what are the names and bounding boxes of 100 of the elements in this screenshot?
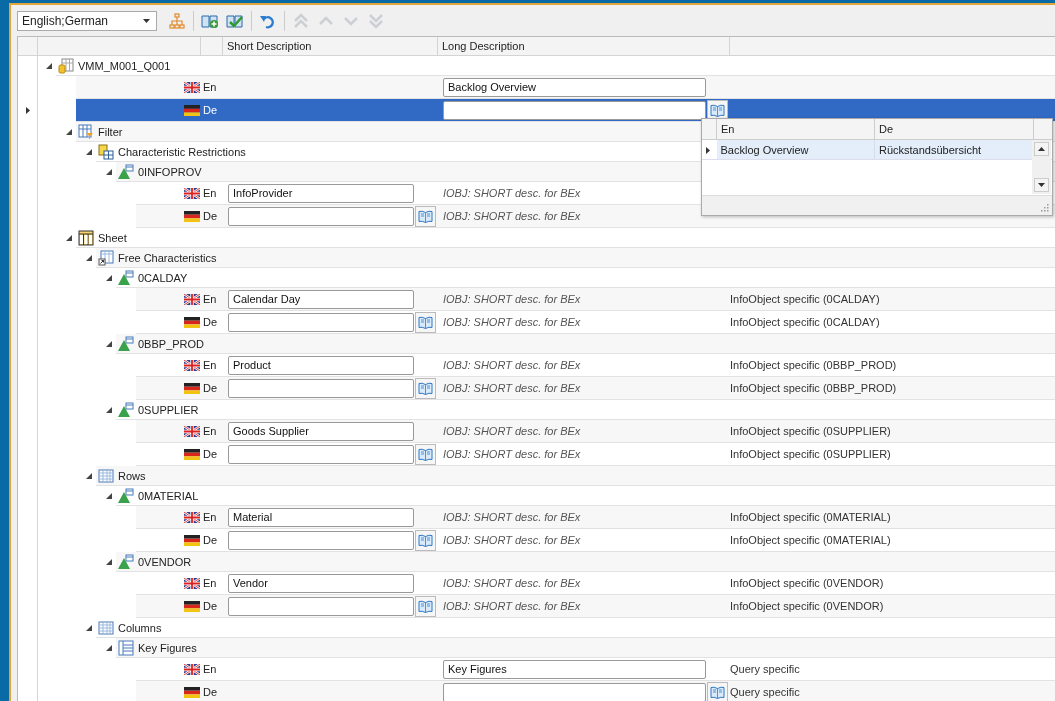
- tree-node-label: VMM_M001_Q001: [78, 59, 171, 72]
- short-description-field[interactable]: Product: [228, 355, 414, 375]
- tree-row[interactable]: 0VENDOR: [116, 552, 1055, 572]
- column-header[interactable]: Long Description: [438, 37, 730, 55]
- tree-row[interactable]: De IOBJ: SHORT desc. for BEx InfoObject specific (0BBP_PROD): [136, 377, 1055, 400]
- long-description-text: IOBJ: SHORT desc. for BEx: [443, 316, 581, 328]
- tree-row[interactable]: De IOBJ: SHORT desc. for BEx InfoObject specific (0VENDOR): [136, 595, 1055, 618]
- dictionary-lookup-button[interactable]: [415, 311, 436, 333]
- characteristic-icon: [118, 335, 134, 352]
- language-label: De: [203, 210, 218, 222]
- column-header[interactable]: De: [874, 119, 1034, 140]
- tree-row[interactable]: De IOBJ: SHORT desc. for BEx InfoObject specific (0CALDAY): [136, 311, 1055, 334]
- german-flag-icon: [184, 534, 200, 546]
- characteristic-icon: [118, 269, 134, 286]
- tree-row[interactable]: En Backlog Overview: [76, 76, 1055, 99]
- expanded-triangle-icon[interactable]: [106, 559, 112, 565]
- tree-row[interactable]: 0MATERIAL: [116, 486, 1055, 506]
- language-select[interactable]: English;German: [17, 10, 157, 31]
- short-description-field[interactable]: Material: [228, 507, 414, 527]
- short-description-field[interactable]: [228, 444, 414, 464]
- tree-row[interactable]: Columns: [96, 618, 1055, 638]
- tree-row[interactable]: De: [76, 99, 1055, 122]
- german-flag-icon: [184, 104, 200, 116]
- tree-node-label: Columns: [118, 621, 162, 634]
- resize-grip-icon[interactable]: [1041, 204, 1049, 212]
- tree-row[interactable]: En Goods Supplier IOBJ: SHORT desc. for BEx InfoObject specific (0SUPPLIER): [136, 420, 1055, 443]
- book-icon: [710, 103, 725, 117]
- expanded-triangle-icon[interactable]: [106, 407, 112, 413]
- expanded-triangle-icon[interactable]: [106, 169, 112, 175]
- hierarchy-icon: [169, 12, 185, 29]
- short-description-field[interactable]: [228, 596, 414, 616]
- book-icon: [418, 599, 433, 613]
- tree-row[interactable]: De IOBJ: SHORT desc. for BEx InfoObject specific (0MATERIAL): [136, 529, 1055, 552]
- dictionary-lookup-button[interactable]: [415, 529, 436, 551]
- language-label: De: [203, 534, 218, 546]
- dictionary-lookup-button[interactable]: [415, 205, 436, 227]
- short-description-field[interactable]: Vendor: [228, 573, 414, 593]
- tree-row[interactable]: 0CALDAY: [116, 268, 1055, 288]
- tree-node-label: Characteristic Restrictions: [118, 145, 246, 158]
- short-description-field[interactable]: Calendar Day: [228, 289, 414, 309]
- long-description-field[interactable]: [443, 100, 706, 120]
- tree-row[interactable]: En Key Figures Query specific: [136, 658, 1055, 681]
- tree-row[interactable]: VMM_M001_Q001: [56, 56, 1055, 76]
- scroll-up-icon[interactable]: [1034, 142, 1049, 156]
- expanded-triangle-icon[interactable]: [46, 63, 52, 69]
- short-description-field[interactable]: [228, 378, 414, 398]
- book-plus-icon: [201, 12, 219, 29]
- expanded-triangle-icon[interactable]: [66, 129, 72, 135]
- short-description-field[interactable]: Goods Supplier: [228, 421, 414, 441]
- tree-row[interactable]: 0SUPPLIER: [116, 400, 1055, 420]
- origin-text: InfoObject specific (0VENDOR): [730, 577, 884, 589]
- short-description-field[interactable]: [228, 206, 414, 226]
- origin-text: InfoObject specific (0MATERIAL): [730, 534, 891, 546]
- double-chevron-down-icon: [369, 12, 383, 29]
- dictionary-lookup-button[interactable]: [415, 595, 436, 617]
- characteristic-icon: [118, 487, 134, 504]
- scroll-down-icon[interactable]: [1034, 178, 1049, 192]
- long-description-field[interactable]: Key Figures: [443, 659, 706, 679]
- tree-row[interactable]: Sheet: [76, 228, 1055, 248]
- tree-row[interactable]: En Material IOBJ: SHORT desc. for BEx InfoObject specific (0MATERIAL): [136, 506, 1055, 529]
- tree-row[interactable]: Free Characteristics: [96, 248, 1055, 268]
- tree-row[interactable]: En Calendar Day IOBJ: SHORT desc. for BEx InfoObject specific (0CALDAY): [136, 288, 1055, 311]
- tree-row[interactable]: De Query specific: [136, 681, 1055, 701]
- expanded-triangle-icon[interactable]: [106, 275, 112, 281]
- long-description-field[interactable]: [443, 682, 706, 701]
- tree-row[interactable]: Key Figures: [116, 638, 1055, 658]
- dictionary-lookup-button[interactable]: [415, 377, 436, 399]
- tree-row[interactable]: 0BBP_PROD: [116, 334, 1055, 354]
- book-icon: [418, 447, 433, 461]
- short-description-field[interactable]: [228, 530, 414, 550]
- origin-text: InfoObject specific (0BBP_PROD): [730, 359, 897, 371]
- expanded-triangle-icon[interactable]: [106, 645, 112, 651]
- tree-row[interactable]: En Vendor IOBJ: SHORT desc. for BEx InfoObject specific (0VENDOR): [136, 572, 1055, 595]
- expanded-triangle-icon[interactable]: [86, 625, 92, 631]
- tree-row[interactable]: En Product IOBJ: SHORT desc. for BEx InfoObject specific (0BBP_PROD): [136, 354, 1055, 377]
- expanded-triangle-icon[interactable]: [66, 235, 72, 241]
- dictionary-lookup-button[interactable]: [707, 99, 728, 121]
- book-icon: [418, 381, 433, 395]
- column-header[interactable]: En: [716, 119, 875, 140]
- lookup-cell[interactable]: Backlog Overview: [716, 139, 875, 160]
- expanded-triangle-icon[interactable]: [86, 473, 92, 479]
- long-description-field[interactable]: Backlog Overview: [443, 77, 706, 97]
- expanded-triangle-icon[interactable]: [86, 255, 92, 261]
- expanded-triangle-icon[interactable]: [106, 341, 112, 347]
- dictionary-lookup-button[interactable]: [707, 681, 728, 701]
- short-description-field[interactable]: InfoProvider: [228, 183, 414, 203]
- book-icon: [710, 685, 725, 699]
- expanded-triangle-icon[interactable]: [106, 493, 112, 499]
- column-header[interactable]: Short Description: [223, 37, 438, 55]
- sheet-icon: [78, 229, 94, 246]
- origin-text: InfoObject specific (0VENDOR): [730, 600, 884, 612]
- expanded-triangle-icon[interactable]: [86, 149, 92, 155]
- origin-text: InfoObject specific (0CALDAY): [730, 316, 880, 328]
- origin-text: Query specific: [730, 686, 800, 698]
- short-description-field[interactable]: [228, 312, 414, 332]
- vertical-scrollbar[interactable]: [1032, 140, 1051, 194]
- tree-row[interactable]: Rows: [96, 466, 1055, 486]
- dictionary-lookup-button[interactable]: [415, 443, 436, 465]
- tree-row[interactable]: De IOBJ: SHORT desc. for BEx InfoObject specific (0SUPPLIER): [136, 443, 1055, 466]
- german-flag-icon: [184, 210, 200, 222]
